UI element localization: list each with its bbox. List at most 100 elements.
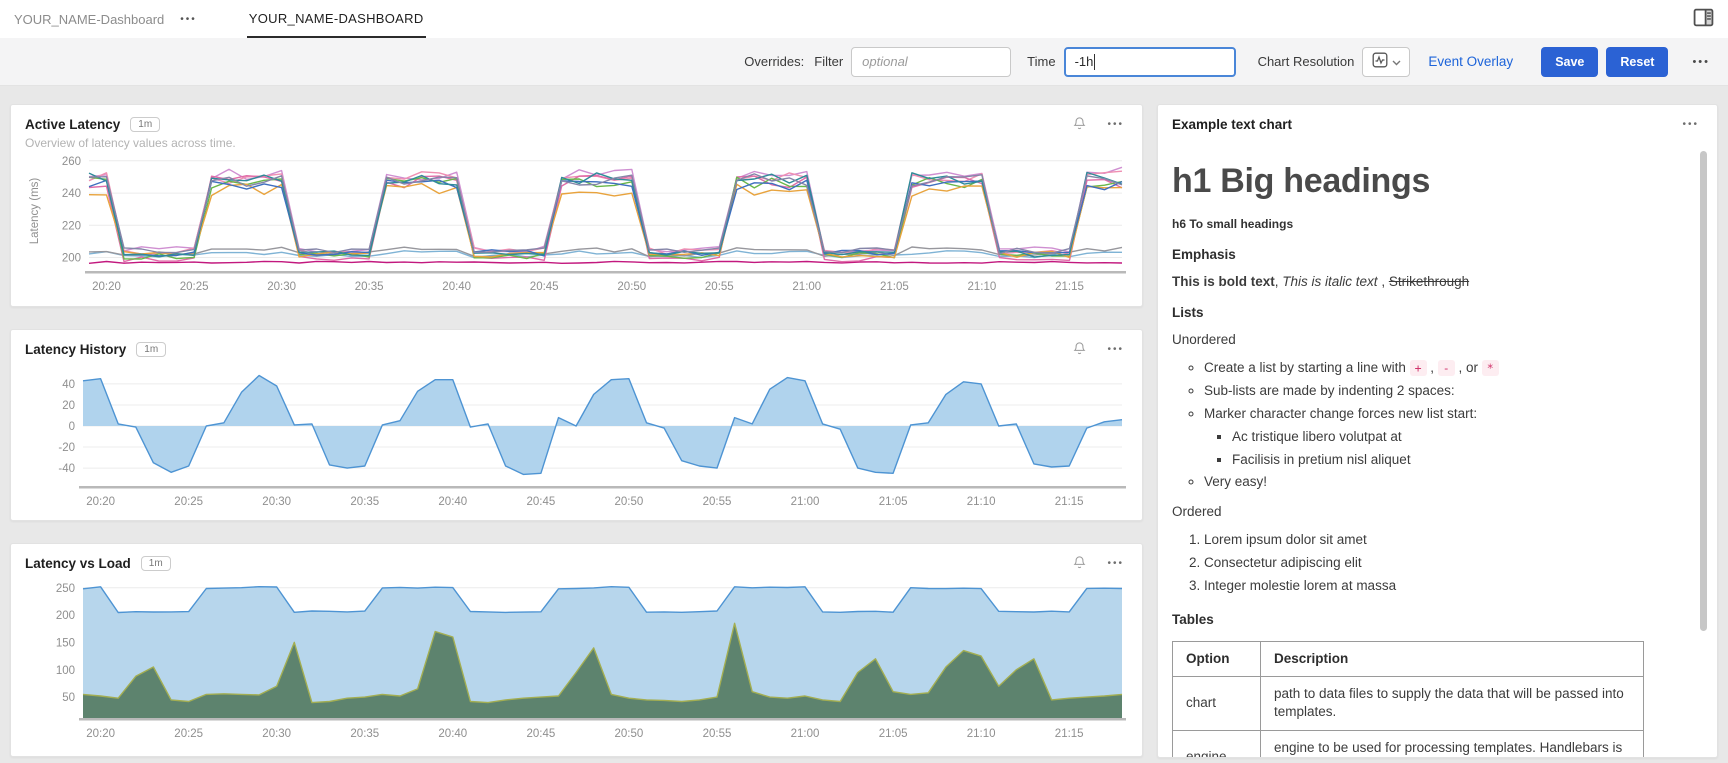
reset-button[interactable]: Reset xyxy=(1606,47,1668,77)
chart-more-button[interactable]: ••• xyxy=(1103,340,1128,359)
chart-title: Latency History xyxy=(25,342,126,357)
svg-text:20:30: 20:30 xyxy=(262,496,291,508)
time-label: Time xyxy=(1027,54,1055,69)
bell-icon xyxy=(1072,341,1087,359)
table-header-row: Option Description xyxy=(1173,642,1644,677)
svg-text:21:05: 21:05 xyxy=(879,496,908,508)
toolbar-more-button[interactable]: ••• xyxy=(1688,52,1714,72)
md-ordered-label: Ordered xyxy=(1172,504,1657,519)
svg-text:20:20: 20:20 xyxy=(86,728,115,740)
svg-text:220: 220 xyxy=(62,220,81,232)
svg-text:21:05: 21:05 xyxy=(880,281,909,293)
svg-text:200: 200 xyxy=(56,610,75,622)
alert-bell-button[interactable] xyxy=(1072,116,1087,134)
active-latency-chart: 20022024026020:2020:2520:3020:3520:4020:… xyxy=(25,150,1130,296)
svg-text:150: 150 xyxy=(56,637,75,649)
table-row: engine engine to be used for processing … xyxy=(1173,730,1644,758)
md-emphasis-heading: Emphasis xyxy=(1172,247,1657,262)
more-dots-icon: ••• xyxy=(1107,558,1124,569)
charts-column: Active Latency 1m ••• Overview of latenc… xyxy=(10,104,1143,758)
svg-text:21:10: 21:10 xyxy=(968,281,997,293)
unordered-list: Create a list by starting a line with + … xyxy=(1172,359,1657,492)
svg-text:0: 0 xyxy=(69,421,75,433)
svg-text:21:15: 21:15 xyxy=(1055,728,1084,740)
chart-more-button[interactable]: ••• xyxy=(1103,115,1128,134)
table-header-option: Option xyxy=(1173,642,1261,677)
svg-text:21:00: 21:00 xyxy=(791,728,820,740)
md-tables-heading: Tables xyxy=(1172,612,1657,627)
resolution-badge: 1m xyxy=(136,342,166,357)
table-cell-option: chart xyxy=(1173,677,1261,730)
chart-area[interactable]: 5010015020025020:2020:2520:3020:3520:402… xyxy=(11,573,1142,748)
chart-area[interactable]: 20022024026020:2020:2520:3020:3520:4020:… xyxy=(11,150,1142,301)
svg-text:20:40: 20:40 xyxy=(438,728,467,740)
chart-more-button[interactable]: ••• xyxy=(1678,115,1703,134)
bell-icon xyxy=(1072,555,1087,573)
chevron-down-icon xyxy=(1392,54,1401,69)
svg-text:20:40: 20:40 xyxy=(442,281,471,293)
save-button[interactable]: Save xyxy=(1541,47,1598,77)
code-plus: + xyxy=(1410,360,1427,376)
svg-text:21:10: 21:10 xyxy=(967,728,996,740)
md-heading-1: h1 Big headings xyxy=(1172,162,1657,201)
ordered-list: Lorem ipsum dolor sit amet Consectetur a… xyxy=(1172,531,1657,596)
svg-text:20:45: 20:45 xyxy=(527,496,556,508)
list-item: Ac tristique libero volutpat at xyxy=(1232,428,1657,447)
chart-area[interactable]: -40-200204020:2020:2520:3020:3520:4020:4… xyxy=(11,359,1142,516)
alert-bell-button[interactable] xyxy=(1072,555,1087,573)
table-cell-option: engine xyxy=(1173,730,1261,758)
chart-title: Latency vs Load xyxy=(25,556,131,571)
chart-panel-latency-vs-load: Latency vs Load 1m ••• 5010015020025020:… xyxy=(10,543,1143,757)
nested-list: Ac tristique libero volutpat at Facilisi… xyxy=(1204,428,1657,470)
separator: , xyxy=(1427,360,1438,375)
svg-text:240: 240 xyxy=(62,188,81,200)
chart-resolution-label: Chart Resolution xyxy=(1258,54,1355,69)
tab-label: YOUR_NAME-DASHBOARD xyxy=(249,11,424,26)
table-header-description: Description xyxy=(1261,642,1644,677)
svg-text:21:00: 21:00 xyxy=(792,281,821,293)
list-item: Integer molestie lorem at massa xyxy=(1204,577,1657,596)
list-item: Consectetur adipiscing elit xyxy=(1204,554,1657,573)
alert-bell-button[interactable] xyxy=(1072,341,1087,359)
svg-text:20:40: 20:40 xyxy=(438,496,467,508)
event-overlay-link[interactable]: Event Overlay xyxy=(1428,54,1513,69)
latency-vs-load-chart: 5010015020025020:2020:2520:3020:3520:402… xyxy=(25,573,1130,743)
dashboard-group-name: YOUR_NAME-Dashboard xyxy=(14,12,164,27)
svg-text:21:05: 21:05 xyxy=(879,728,908,740)
tab-dashboard[interactable]: YOUR_NAME-DASHBOARD xyxy=(247,0,426,38)
more-dots-icon: ••• xyxy=(180,14,197,25)
svg-text:20:25: 20:25 xyxy=(180,281,209,293)
svg-text:20:20: 20:20 xyxy=(92,281,121,293)
chart-title: Example text chart xyxy=(1172,117,1292,132)
resolution-badge: 1m xyxy=(130,117,160,132)
svg-text:200: 200 xyxy=(62,253,81,265)
overrides-toolbar: Overrides: Filter Time -1h Chart Resolut… xyxy=(0,38,1728,86)
svg-text:21:00: 21:00 xyxy=(791,496,820,508)
side-panel-toggle-button[interactable] xyxy=(1693,7,1714,31)
vertical-scrollbar[interactable] xyxy=(1700,151,1707,631)
svg-text:20:50: 20:50 xyxy=(615,496,644,508)
panel-toggle-icon xyxy=(1693,7,1714,31)
dashboard-group-menu-button[interactable]: ••• xyxy=(176,10,201,29)
bell-icon xyxy=(1072,116,1087,134)
pulse-chart-icon xyxy=(1372,52,1388,71)
svg-text:20:45: 20:45 xyxy=(530,281,559,293)
svg-text:260: 260 xyxy=(62,156,81,168)
resolution-badge: 1m xyxy=(141,556,171,571)
bold-text: This is bold text xyxy=(1172,274,1275,289)
dashboard-content: Active Latency 1m ••• Overview of latenc… xyxy=(0,86,1728,758)
list-item: Very easy! xyxy=(1204,473,1657,492)
chart-resolution-dropdown[interactable] xyxy=(1362,47,1410,77)
svg-text:20: 20 xyxy=(62,400,75,412)
svg-text:20:35: 20:35 xyxy=(350,496,379,508)
list-item-text: Marker character change forces new list … xyxy=(1204,406,1477,421)
code-minus: - xyxy=(1438,360,1455,376)
svg-text:20:20: 20:20 xyxy=(86,496,115,508)
text-cursor xyxy=(1094,54,1095,70)
svg-text:21:15: 21:15 xyxy=(1055,496,1084,508)
filter-label: Filter xyxy=(814,54,843,69)
chart-more-button[interactable]: ••• xyxy=(1103,554,1128,573)
time-input[interactable]: -1h xyxy=(1064,47,1236,77)
filter-input[interactable] xyxy=(851,47,1011,77)
md-emphasis-line: This is bold text, This is italic text ,… xyxy=(1172,274,1657,289)
